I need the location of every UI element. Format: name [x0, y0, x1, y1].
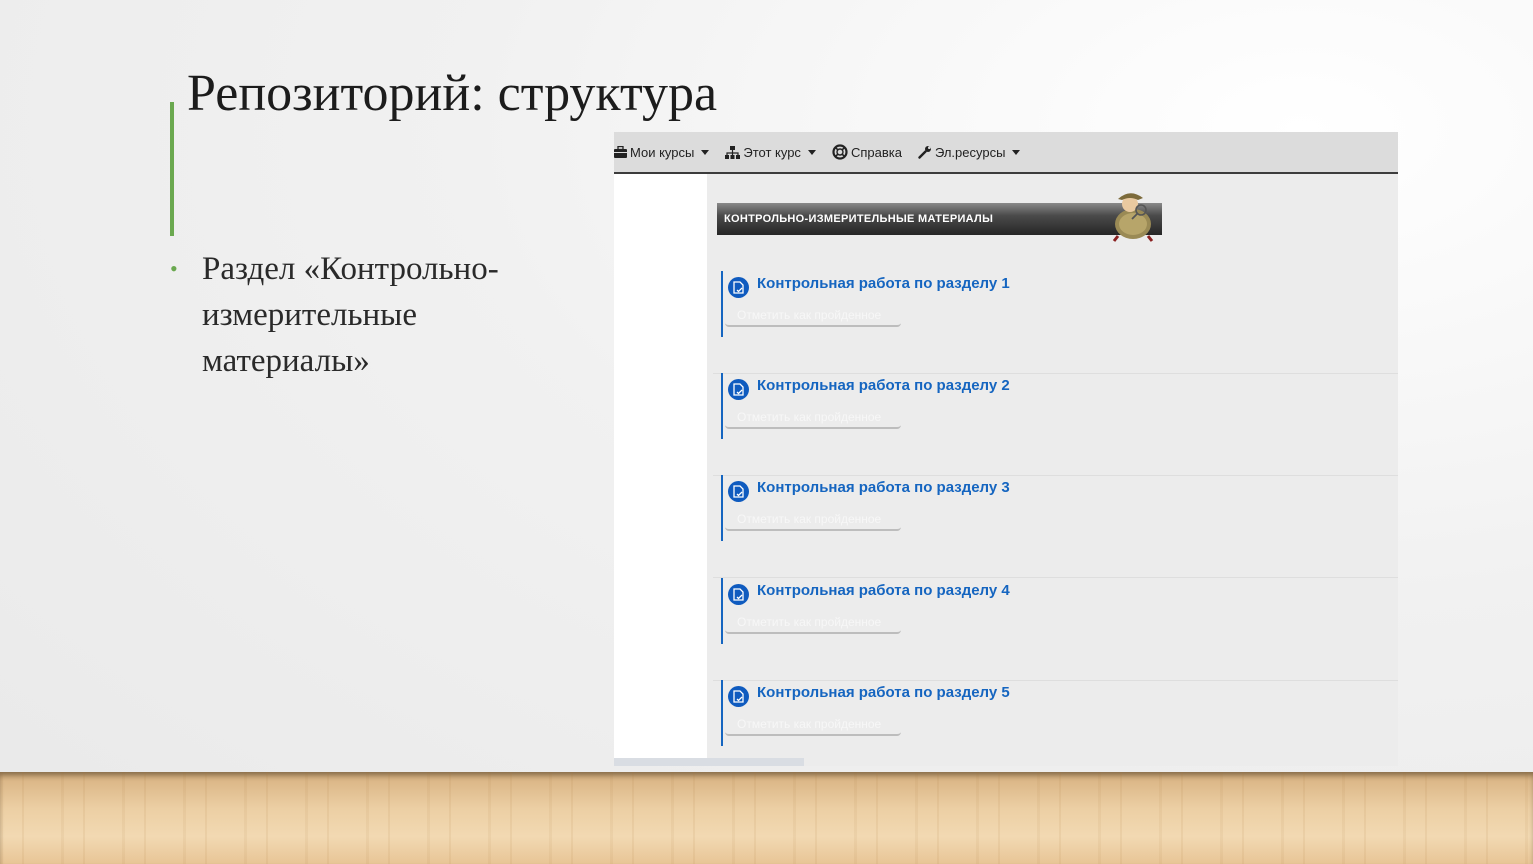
nav-my-courses[interactable]: Мои курсы: [614, 132, 710, 172]
bullet-dot-icon: •: [170, 256, 178, 281]
activity-link[interactable]: Контрольная работа по разделу 1: [757, 275, 1010, 292]
quiz-icon: [728, 686, 749, 707]
wooden-floor-background: [0, 772, 1533, 864]
nav-this-course-label: Этот курс: [743, 144, 801, 160]
mark-done-button[interactable]: Отметить как пройденное: [725, 712, 901, 736]
chevron-down-icon: [1012, 149, 1021, 155]
mark-done-button[interactable]: Отметить как пройденное: [725, 405, 901, 429]
activity-link[interactable]: Контрольная работа по разделу 2: [757, 377, 1010, 394]
activity-link[interactable]: Контрольная работа по разделу 3: [757, 479, 1010, 496]
slide-title: Репозиторий: структура: [187, 65, 718, 122]
activity-item: Контрольная работа по разделу 3 Отметить…: [713, 475, 1398, 578]
nav-this-course[interactable]: Этот курс: [725, 132, 816, 172]
activity-link[interactable]: Контрольная работа по разделу 5: [757, 684, 1010, 701]
activity-indent-rule: [721, 680, 723, 746]
briefcase-icon: [614, 146, 627, 158]
title-accent-bar: [170, 102, 174, 236]
section-banner: КОНТРОЛЬНО-ИЗМЕРИТЕЛЬНЫЕ МАТЕРИАЛЫ: [717, 203, 1162, 235]
wrench-icon: [918, 146, 931, 159]
mark-done-button[interactable]: Отметить как пройденное: [725, 610, 901, 634]
activity-link[interactable]: Контрольная работа по разделу 4: [757, 582, 1010, 599]
nav-help-label: Справка: [850, 144, 902, 160]
nav-e-resources[interactable]: Эл.ресурсы: [918, 132, 1021, 172]
nav-e-resources-label: Эл.ресурсы: [934, 144, 1006, 160]
quiz-icon: [728, 584, 749, 605]
sitemap-icon: [725, 145, 741, 159]
activity-item: Контрольная работа по разделу 5 Отметить…: [713, 680, 1398, 766]
quiz-icon: [728, 481, 749, 502]
mark-done-button[interactable]: Отметить как пройденное: [725, 303, 901, 327]
section-banner-title: КОНТРОЛЬНО-ИЗМЕРИТЕЛЬНЫЕ МАТЕРИАЛЫ: [724, 213, 994, 225]
bullet-text: Раздел «Контрольно-измерительные материа…: [202, 251, 499, 379]
lms-screenshot: Мои курсы Этот курс Справка Эл.ресурсы К…: [614, 132, 1398, 766]
chevron-down-icon: [701, 149, 710, 155]
activity-indent-rule: [721, 578, 723, 644]
activity-indent-rule: [721, 475, 723, 541]
activity-indent-rule: [721, 373, 723, 439]
activity-indent-rule: [721, 271, 723, 337]
chevron-down-icon: [807, 149, 816, 155]
quiz-icon: [728, 379, 749, 400]
course-section: КОНТРОЛЬНО-ИЗМЕРИТЕЛЬНЫЕ МАТЕРИАЛЫ Контр…: [707, 174, 1398, 766]
mark-done-button[interactable]: Отметить как пройденное: [725, 507, 901, 531]
nav-help[interactable]: Справка: [832, 132, 902, 172]
nav-my-courses-label: Мои курсы: [630, 144, 695, 160]
detective-mascot-icon: [1112, 193, 1154, 242]
lifebuoy-icon: [832, 144, 848, 160]
horizontal-scrollbar[interactable]: [614, 758, 804, 766]
activity-item: Контрольная работа по разделу 2 Отметить…: [713, 373, 1398, 476]
activity-item: Контрольная работа по разделу 1 Отметить…: [713, 271, 1398, 374]
activity-item: Контрольная работа по разделу 4 Отметить…: [713, 578, 1398, 681]
lms-navbar: Мои курсы Этот курс Справка Эл.ресурсы: [614, 132, 1398, 174]
quiz-icon: [728, 277, 749, 298]
bullet-list: • Раздел «Контрольно-измерительные матер…: [170, 246, 570, 384]
bullet-item: • Раздел «Контрольно-измерительные матер…: [170, 246, 570, 384]
